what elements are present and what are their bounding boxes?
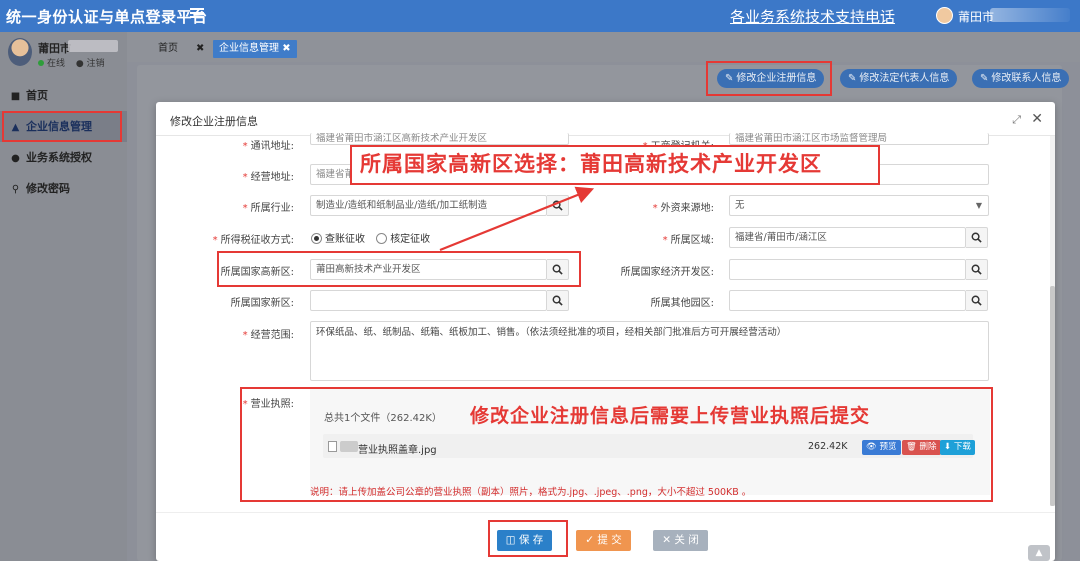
profile-name-redacted [68,40,118,52]
search-icon [971,295,982,306]
new-area-input[interactable] [310,290,547,311]
logout-link[interactable]: ● 注销 [76,59,105,69]
econ-zone-search-button[interactable] [966,259,988,280]
new-area-label: 所属国家新区: [230,298,294,309]
edit-contact-label: 修改联系人信息 [991,73,1062,84]
tab-enterprise-info[interactable]: 企业信息管理 ✖ [213,40,297,58]
key-icon: ⚲ [11,184,20,195]
sidebar-item-label: 修改密码 [26,182,70,195]
econ-zone-label: 所属国家经济开发区: [620,267,714,278]
close-button[interactable]: ✕ 关 闭 [653,530,708,551]
sidebar: 莆田市 在线 ● 注销 ■ 首页 ▲ 企业信息管理 ● 业务系统授权 ⚲ 修改密码 [0,32,127,561]
online-dot-icon [38,60,44,66]
pencil-icon: ✎ [848,73,857,84]
modal-title: 修改企业注册信息 [170,115,258,128]
annotation-hitech: 所属国家高新区选择：莆田高新技术产业开发区 [350,145,880,185]
users-icon: ● [11,153,20,164]
industry-search-button[interactable] [547,195,569,216]
industry-input[interactable]: 制造业/造纸和纸制品业/造纸/加工纸制造 [310,195,547,216]
edit-legal-rep-button[interactable]: ✎ 修改法定代表人信息 [840,69,958,88]
other-park-input[interactable] [729,290,966,311]
tax-radio-approved[interactable]: 核定征收 [376,233,430,245]
status-online: 在线 [47,59,66,69]
modal-footer-divider [156,512,1055,513]
close-icon[interactable]: ✕ [1031,111,1043,127]
tax-opt1-label[interactable]: 查账征收 [325,234,365,245]
other-park-search-button[interactable] [966,290,988,311]
other-park-label: 所属其他园区: [650,298,714,309]
foreign-source-select[interactable]: 无 ▼ [729,195,989,216]
tab-home[interactable]: 首页 ✖ [152,40,210,58]
close-icon[interactable]: ✖ [196,43,204,54]
tab-home-label[interactable]: 首页 [158,43,178,54]
region-input[interactable]: 福建省/莆田市/涵江区 [729,227,966,248]
logout-label[interactable]: 注销 [87,59,105,69]
avatar [8,38,32,66]
biz-address-label: * 经营地址: [242,172,294,183]
user-avatar[interactable] [936,7,953,24]
sidebar-nav: ■ 首页 ▲ 企业信息管理 ● 业务系统授权 ⚲ 修改密码 [0,80,127,204]
foreign-source-value: 无 [735,200,745,211]
radio-checked-icon[interactable] [311,233,322,244]
search-icon [552,295,563,306]
support-phone-link[interactable]: 各业务系统技术支持电话 [730,6,895,27]
search-icon [971,264,982,275]
highlight-box [488,520,568,557]
edit-legal-rep-label: 修改法定代表人信息 [859,73,950,84]
sidebar-item-home[interactable]: ■ 首页 [0,80,127,111]
pencil-icon: ✎ [980,73,989,84]
status-line: 在线 ● 注销 [38,56,105,69]
business-scope-textarea[interactable]: 环保纸品、纸、纸制品、纸箱、纸板加工、销售。（依法须经批准的项目，经相关部门批准… [310,321,989,381]
radio-unchecked-icon[interactable] [376,233,388,244]
tax-method-label: * 所得税征收方式: [212,235,294,246]
user-name[interactable]: 莆田市 [958,8,994,25]
sidebar-item-label: 业务系统授权 [26,151,92,164]
highlight-box [706,61,832,96]
back-to-top-button[interactable]: ▲ [1028,545,1050,561]
submit-label: 提 交 [597,534,622,546]
industry-label: * 所属行业: [242,203,294,214]
search-icon [552,200,563,211]
app-title: 统一身份认证与单点登录平台 [6,8,208,26]
modal-header: 修改企业注册信息 ⤢ ✕ [156,102,1055,136]
edit-contact-button[interactable]: ✎ 修改联系人信息 [972,69,1070,88]
new-area-search-button[interactable] [547,290,569,311]
profile-panel: 莆田市 在线 ● 注销 [0,32,127,72]
highlight-box [217,251,581,287]
tax-method-radios: 查账征收 核定征收 [311,230,430,245]
foreign-source-label: * 外资来源地: [652,203,714,214]
address-label: * 通讯地址: [242,141,294,152]
address-input[interactable]: 福建省莆田市涵江区高新技术产业开发区 [310,133,569,145]
profile-name: 莆田市 [38,42,71,55]
tax-radio-audit[interactable]: 查账征收 [311,233,365,245]
modal-scrollbar[interactable] [1050,136,1055,506]
submit-button[interactable]: ✓ 提 交 [576,530,631,551]
close-icon[interactable]: ✖ [282,43,290,54]
home-icon: ■ [10,91,21,102]
business-reg-input[interactable]: 福建省莆田市涵江区市场监督管理局 [729,133,989,145]
sidebar-item-enterprise-info[interactable]: ▲ 企业信息管理 [0,111,127,142]
chevron-down-icon: ▼ [975,201,982,210]
region-search-button[interactable] [966,227,988,248]
maximize-icon[interactable]: ⤢ [1012,113,1021,127]
menu-toggle-icon[interactable] [190,6,204,20]
region-label: * 所属区域: [662,235,714,246]
search-icon [971,232,982,243]
scrollbar-thumb[interactable] [1050,286,1055,506]
highlight-box [2,111,122,142]
sidebar-item-change-password[interactable]: ⚲ 修改密码 [0,173,127,204]
econ-zone-input[interactable] [729,259,966,280]
sidebar-item-label: 首页 [26,89,48,102]
annotation-upload: 修改企业注册信息后需要上传营业执照后提交 [470,405,871,427]
user-name-redacted [990,8,1070,22]
business-scope-label: * 经营范围: [242,330,294,341]
close-label: 关 闭 [674,534,699,546]
top-bar: 统一身份认证与单点登录平台 各业务系统技术支持电话 莆田市 [0,0,1080,32]
tax-opt2-label[interactable]: 核定征收 [390,234,430,245]
tab-active-label[interactable]: 企业信息管理 [219,43,279,54]
tab-bar: 首页 ✖ 企业信息管理 ✖ [127,32,1080,62]
sidebar-item-business-auth[interactable]: ● 业务系统授权 [0,142,127,173]
